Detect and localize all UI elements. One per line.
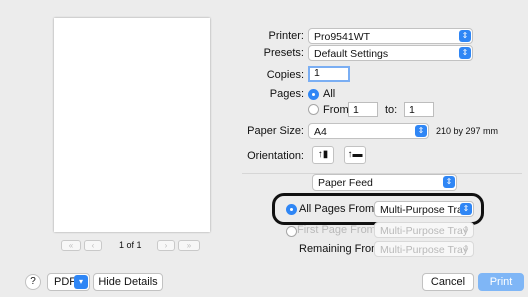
- next-page-button[interactable]: ›: [157, 240, 175, 251]
- popup-arrows-icon: ⇕: [459, 30, 471, 42]
- all-pages-from-value: Multi-Purpose Tray: [380, 204, 469, 216]
- presets-label: Presets:: [263, 47, 304, 59]
- printer-value: Pro9541WT: [314, 31, 371, 43]
- popup-arrows-icon: ⇕: [459, 47, 471, 59]
- presets-value: Default Settings: [314, 48, 389, 60]
- popup-arrows-icon: ⇕: [415, 125, 427, 137]
- paper-size-popup[interactable]: A4 ⇕: [308, 123, 429, 139]
- copies-field[interactable]: 1: [308, 66, 350, 82]
- last-page-button[interactable]: »: [178, 240, 200, 251]
- popup-arrows-icon: ⇕: [462, 225, 470, 234]
- remaining-from-popup[interactable]: Multi-Purpose Tray ⇕: [374, 241, 474, 257]
- pages-to-field[interactable]: 1: [404, 102, 434, 117]
- pdf-label: PDF: [54, 276, 76, 288]
- pdf-button[interactable]: PDF ▾: [47, 273, 90, 291]
- orientation-label: Orientation:: [247, 150, 304, 162]
- paper-size-label: Paper Size:: [247, 125, 304, 137]
- pages-range-radio[interactable]: [308, 104, 319, 115]
- printer-popup[interactable]: Pro9541WT ⇕: [308, 28, 473, 44]
- paper-dimensions: 210 by 297 mm: [436, 126, 499, 136]
- first-page-button[interactable]: «: [61, 240, 81, 251]
- all-pages-from-label: All Pages From:: [299, 203, 378, 215]
- first-page-from-value: Multi-Purpose Tray: [380, 225, 469, 237]
- chevron-down-icon: ▾: [74, 275, 88, 289]
- hide-details-button[interactable]: Hide Details: [93, 273, 163, 291]
- pages-from-field[interactable]: 1: [348, 102, 378, 117]
- all-pages-from-popup[interactable]: Multi-Purpose Tray ⇕: [374, 201, 474, 217]
- printer-label: Printer:: [268, 30, 304, 42]
- popup-arrows-icon: ⇕: [460, 203, 472, 215]
- print-button[interactable]: Print: [478, 273, 524, 291]
- all-pages-from-radio[interactable]: [286, 204, 297, 215]
- previous-page-button[interactable]: ‹: [84, 240, 102, 251]
- remaining-from-label: Remaining From:: [299, 243, 384, 255]
- cancel-button[interactable]: Cancel: [422, 273, 474, 291]
- section-value: Paper Feed: [318, 177, 373, 189]
- copies-label: Copies:: [266, 69, 304, 81]
- portrait-orientation-button[interactable]: ↑▮: [312, 146, 334, 164]
- remaining-from-value: Multi-Purpose Tray: [380, 244, 469, 256]
- presets-popup[interactable]: Default Settings ⇕: [308, 45, 473, 61]
- paper-size-value: A4: [314, 126, 327, 138]
- popup-arrows-icon: ⇕: [462, 244, 470, 253]
- help-button[interactable]: ?: [25, 274, 41, 290]
- page-counter: 1 of 1: [119, 240, 142, 250]
- popup-arrows-icon: ⇕: [443, 176, 455, 188]
- pages-label: Pages:: [269, 88, 304, 100]
- pages-all-radio[interactable]: [308, 89, 319, 100]
- first-page-from-popup[interactable]: Multi-Purpose Tray ⇕: [374, 222, 474, 238]
- landscape-icon: ↑▬: [347, 149, 363, 160]
- first-page-from-radio[interactable]: [286, 226, 297, 237]
- pages-all-label: All: [323, 88, 336, 100]
- landscape-orientation-button[interactable]: ↑▬: [344, 146, 366, 164]
- portrait-icon: ↑▮: [317, 149, 329, 160]
- section-popup[interactable]: Paper Feed ⇕: [312, 174, 457, 191]
- page-preview: [54, 18, 210, 232]
- pages-to-label: to:: [385, 104, 398, 116]
- first-page-from-label: First Page From:: [297, 224, 379, 236]
